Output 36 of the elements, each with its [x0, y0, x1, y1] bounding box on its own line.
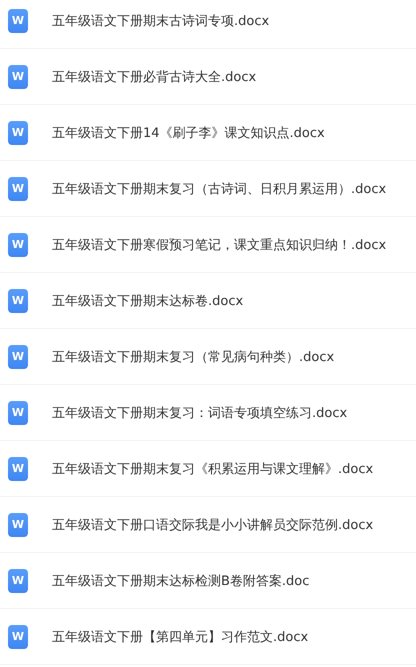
file-name: 五年级语文下册期末复习（古诗词、日积月累运用）.docx	[52, 180, 386, 198]
file-row[interactable]: W 五年级语文下册【第四单元】习作范文.docx	[0, 609, 416, 665]
word-document-icon: W	[8, 456, 28, 480]
word-document-icon: W	[8, 400, 28, 424]
word-document-icon: W	[8, 232, 28, 256]
file-name: 五年级语文下册期末复习（常见病句种类）.docx	[52, 348, 334, 366]
file-row[interactable]: W 五年级语文下册期末达标检测B卷附答案.doc	[0, 553, 416, 609]
file-row[interactable]: W 五年级语文下册期末复习《积累运用与课文理解》.docx	[0, 441, 416, 497]
file-name: 五年级语文下册必背古诗大全.docx	[52, 68, 256, 86]
file-name: 五年级语文下册期末达标检测B卷附答案.doc	[52, 572, 310, 590]
file-row[interactable]: W 五年级语文下册期末达标卷.docx	[0, 273, 416, 329]
word-document-icon: W	[8, 288, 28, 312]
file-name: 五年级语文下册期末古诗词专项.docx	[52, 12, 270, 30]
word-document-icon: W	[8, 120, 28, 144]
file-name: 五年级语文下册寒假预习笔记，课文重点知识归纳！.docx	[52, 236, 386, 254]
file-row[interactable]: W 五年级语文下册期末古诗词专项.docx	[0, 0, 416, 49]
file-row[interactable]: W 五年级语文下册寒假预习笔记，课文重点知识归纳！.docx	[0, 217, 416, 273]
file-name: 五年级语文下册14《刷子李》课文知识点.docx	[52, 124, 325, 142]
word-document-icon: W	[8, 176, 28, 200]
word-document-icon: W	[8, 512, 28, 536]
word-document-icon: W	[8, 568, 28, 592]
file-name: 五年级语文下册期末达标卷.docx	[52, 292, 244, 310]
file-name: 五年级语文下册口语交际我是小小讲解员交际范例.docx	[52, 516, 374, 534]
word-document-icon: W	[8, 64, 28, 88]
file-row[interactable]: W 五年级语文下册期末复习（古诗词、日积月累运用）.docx	[0, 161, 416, 217]
word-document-icon: W	[8, 8, 28, 32]
word-document-icon: W	[8, 624, 28, 648]
file-name: 五年级语文下册【第四单元】习作范文.docx	[52, 628, 308, 646]
file-row[interactable]: W 五年级语文下册必背古诗大全.docx	[0, 49, 416, 105]
file-row[interactable]: W 五年级语文下册口语交际我是小小讲解员交际范例.docx	[0, 497, 416, 553]
file-row[interactable]: W 五年级语文下册期末复习：词语专项填空练习.docx	[0, 385, 416, 441]
file-name: 五年级语文下册期末复习：词语专项填空练习.docx	[52, 404, 348, 422]
word-document-icon: W	[8, 344, 28, 368]
file-row[interactable]: W 五年级语文下册期末复习（常见病句种类）.docx	[0, 329, 416, 385]
file-name: 五年级语文下册期末复习《积累运用与课文理解》.docx	[52, 460, 374, 478]
file-row[interactable]: W 五年级语文下册14《刷子李》课文知识点.docx	[0, 105, 416, 161]
